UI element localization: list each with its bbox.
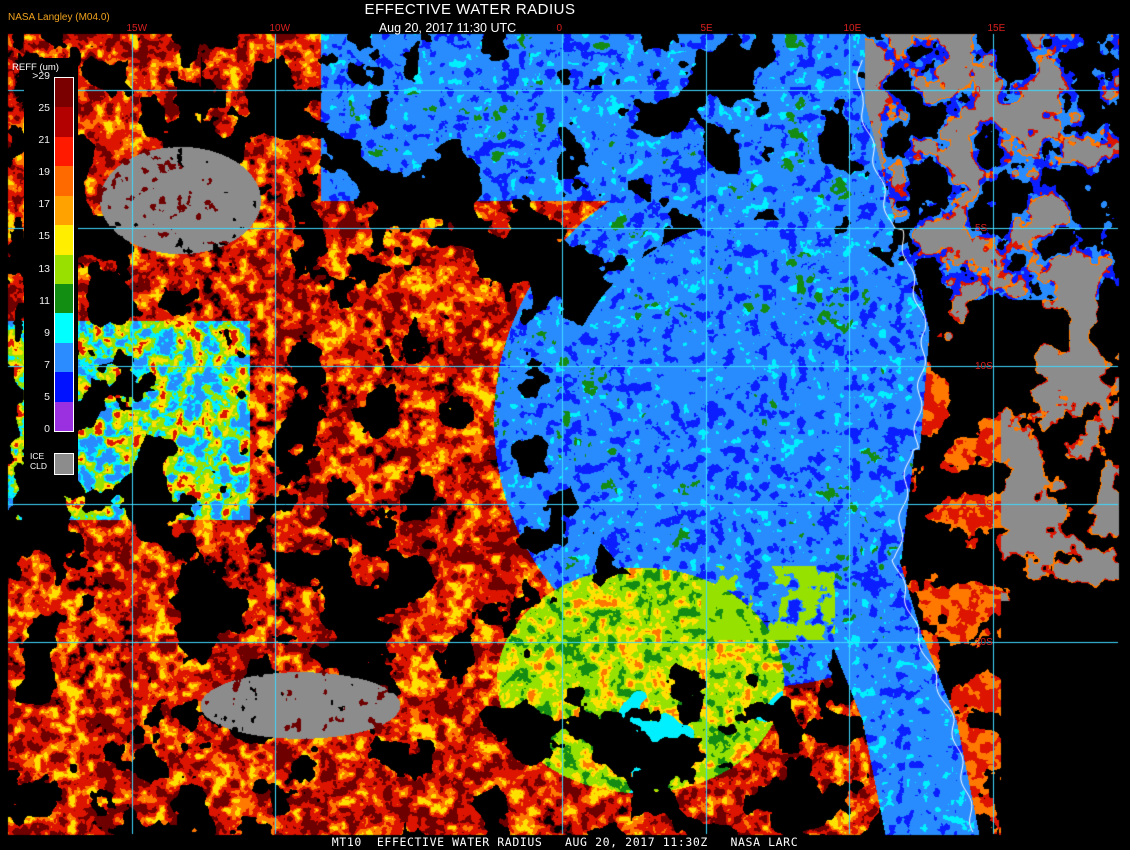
legend-tick-label: 0: [44, 423, 50, 435]
ice-label-line2: CLD: [30, 461, 48, 471]
legend-tick-label: 19: [38, 166, 50, 179]
ice-label-line1: ICE: [30, 451, 45, 461]
legend-color-bar: [54, 77, 74, 432]
legend-swatch: [55, 313, 73, 344]
legend-tick-label: 21: [38, 134, 50, 147]
legend-swatch: [55, 372, 73, 403]
longitude-label: 0: [556, 23, 563, 34]
legend-swatch: [55, 254, 73, 285]
latitude-label: 20S: [975, 636, 993, 648]
legend-swatch: [55, 342, 73, 373]
legend-tick-label: 5: [44, 390, 50, 403]
legend-swatch: [55, 401, 73, 432]
ice-cloud-label: ICE CLD: [30, 451, 47, 471]
map-title: EFFECTIVE WATER RADIUS: [364, 1, 576, 18]
latitude-label: 10S: [975, 360, 993, 372]
legend-swatch: [55, 283, 73, 314]
longitude-label: 15W: [126, 23, 148, 34]
latitude-label: 0: [975, 84, 981, 96]
legend-tick-label: 9: [44, 326, 50, 339]
legend-swatch: [55, 166, 73, 197]
longitude-label: 10W: [269, 23, 291, 34]
longitude-label: 5E: [700, 23, 713, 34]
legend-swatch: [55, 195, 73, 226]
footer-caption: MT10 EFFECTIVE WATER RADIUS AUG 20, 2017…: [331, 835, 799, 849]
legend-tick-label: 25: [38, 102, 50, 115]
legend-tick-label: 11: [39, 294, 50, 307]
legend-tick-label: 7: [44, 358, 50, 371]
legend-tick-label: 15: [38, 230, 50, 243]
legend-tick-label: >29: [32, 70, 50, 82]
legend-swatch: [55, 225, 73, 255]
latitude-label: 5S: [975, 222, 988, 234]
latitude-label: 15S: [975, 498, 993, 510]
legend-swatch: [55, 107, 73, 138]
legend-swatch: [55, 78, 73, 108]
legend-tick-label: 13: [38, 262, 50, 275]
legend-swatch: [55, 136, 73, 167]
longitude-label: 10E: [843, 23, 862, 34]
legend-tick-label: 17: [38, 198, 50, 211]
effective-radius-map: [0, 0, 1130, 850]
ice-cloud-swatch: [54, 453, 74, 475]
longitude-label: 15E: [987, 23, 1006, 34]
